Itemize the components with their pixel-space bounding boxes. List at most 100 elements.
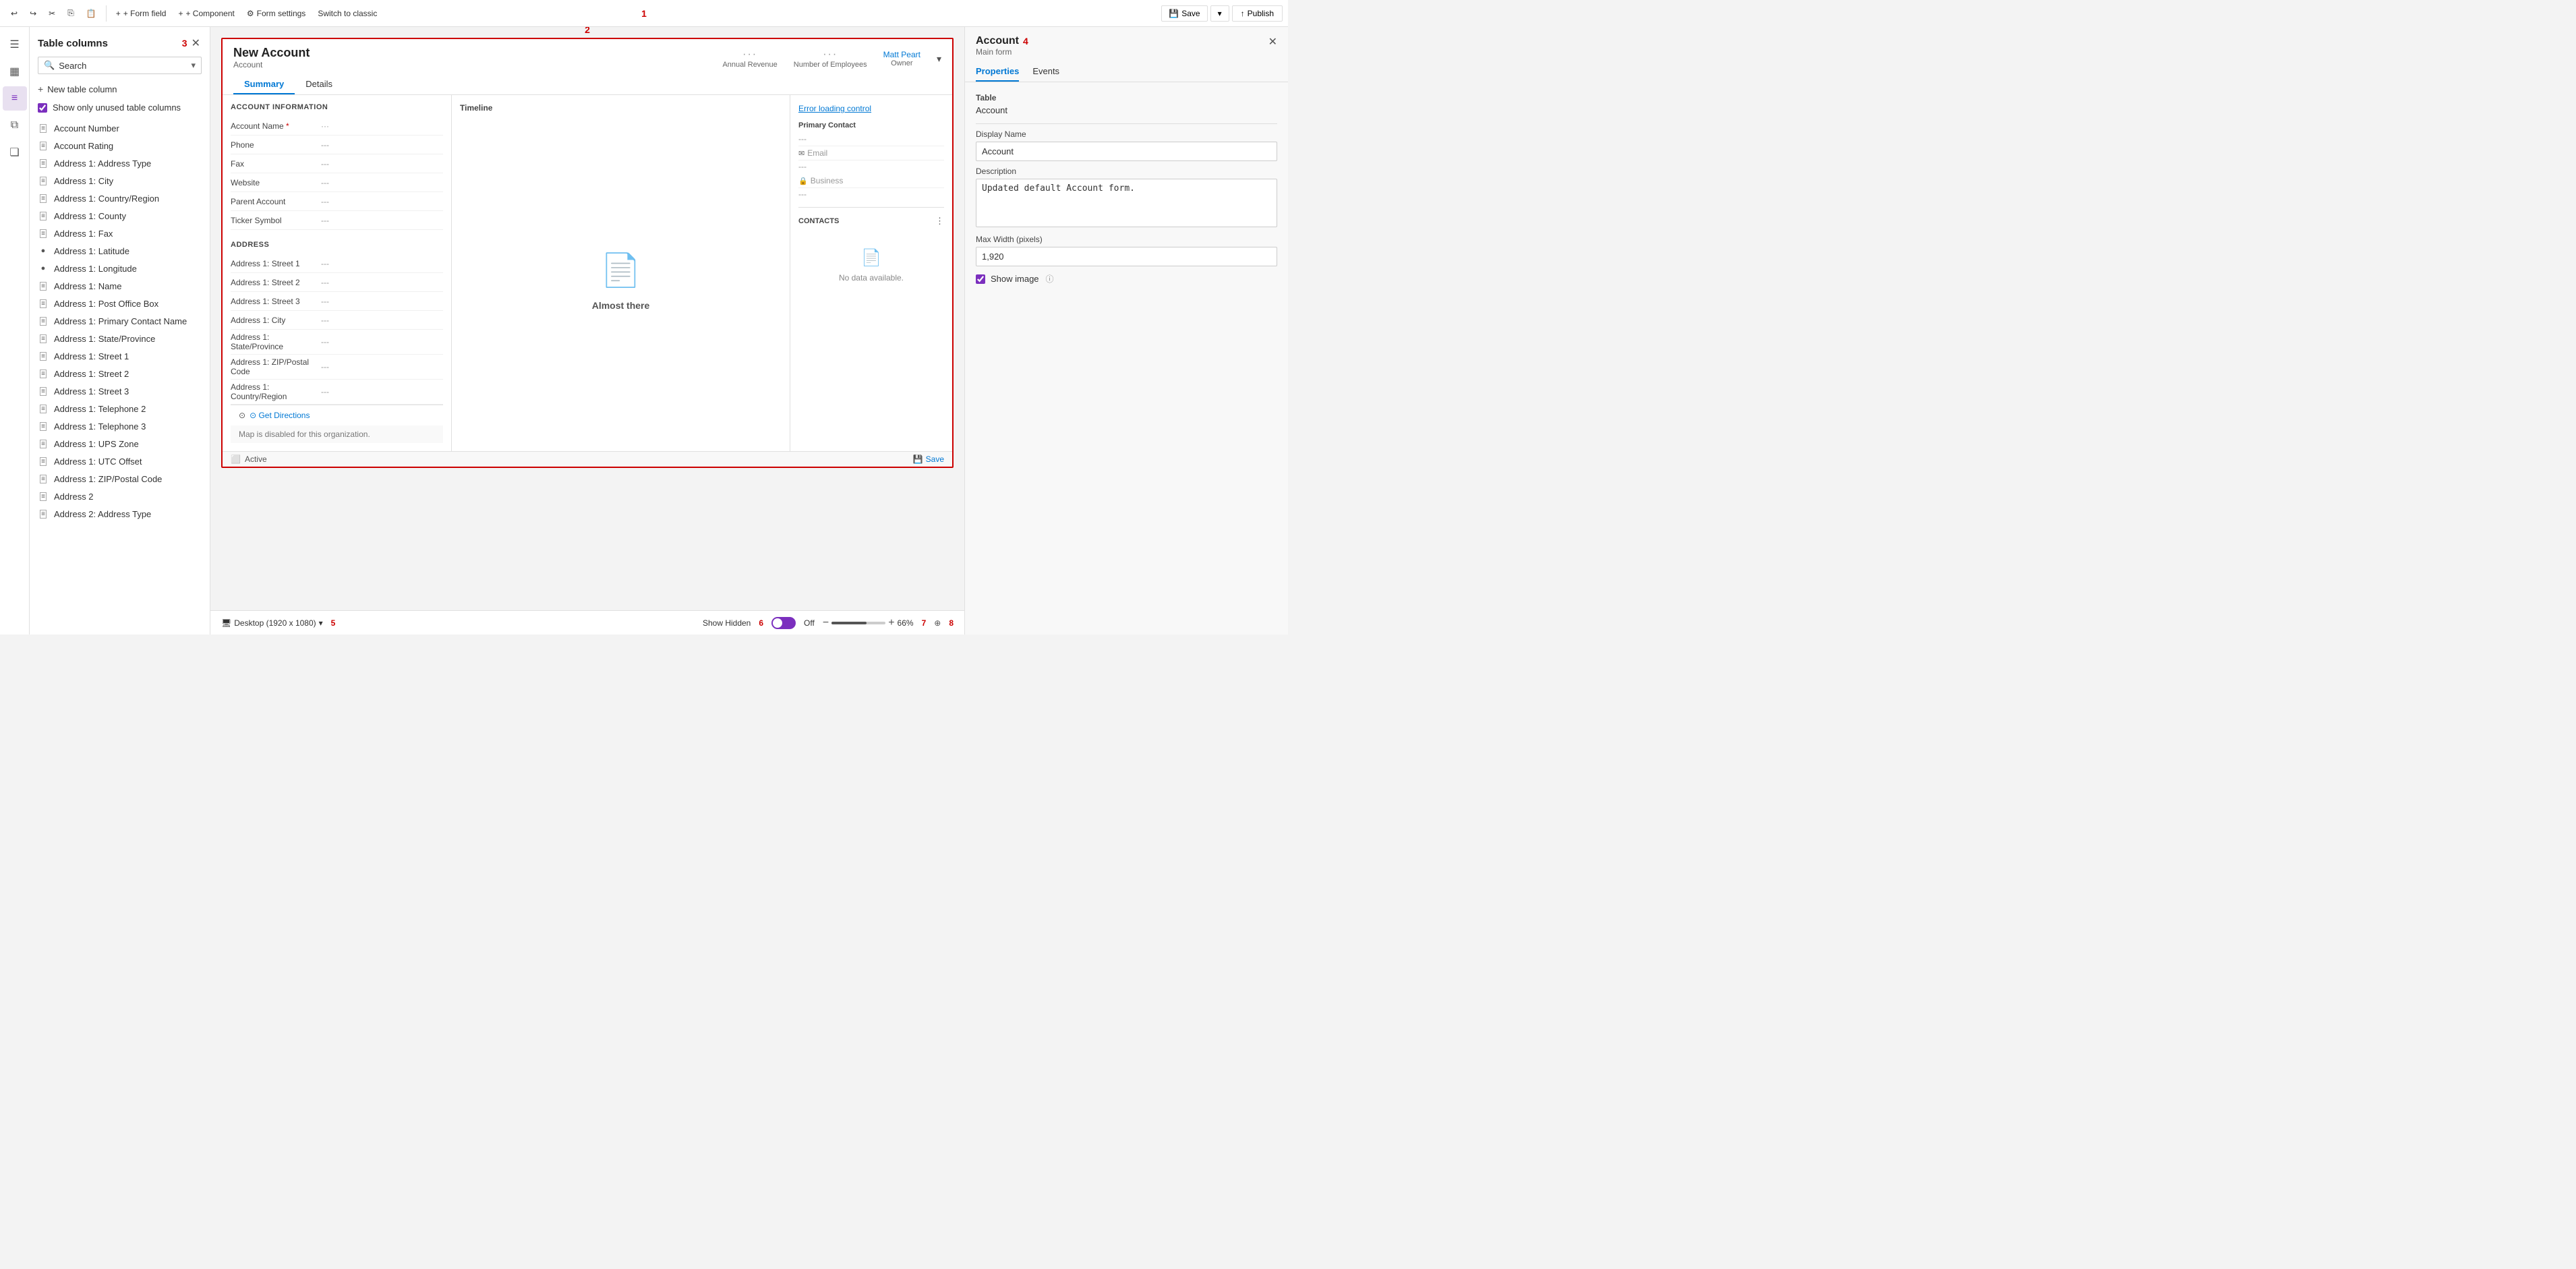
off-label: Off — [804, 618, 815, 628]
max-width-input[interactable] — [976, 247, 1277, 266]
form-title: New Account — [233, 46, 310, 60]
map-disabled-text: Map is disabled for this organization. — [231, 425, 443, 443]
show-image-checkbox[interactable] — [976, 274, 985, 284]
show-unused-checkbox[interactable] — [38, 103, 47, 113]
list-item[interactable]: ≡Address 1: Fax — [30, 225, 210, 242]
table-label: Table — [976, 93, 1277, 102]
toggle-track[interactable] — [771, 617, 796, 629]
list-item[interactable]: ≡Address 1: Street 1 — [30, 347, 210, 365]
fit-screen-icon[interactable]: ⊕ — [934, 618, 941, 628]
text-icon: ≡ — [38, 210, 49, 221]
sidebar-components-btn[interactable]: ❏ — [3, 140, 27, 165]
tab-details[interactable]: Details — [295, 73, 343, 94]
zoom-slider[interactable] — [831, 622, 885, 624]
zoom-minus-button[interactable]: − — [823, 617, 829, 629]
switch-label: Switch to classic — [318, 9, 377, 18]
panel-header: Table columns 3 ✕ — [30, 27, 210, 57]
list-item[interactable]: ≡Address 1: Telephone 3 — [30, 417, 210, 435]
search-icon: 🔍 — [44, 60, 55, 71]
list-item[interactable]: ●Address 1: Longitude — [30, 260, 210, 277]
sidebar-layers-btn[interactable]: ⧉ — [3, 113, 27, 138]
props-tab-events[interactable]: Events — [1032, 62, 1059, 82]
list-item[interactable]: ≡Address 1: City — [30, 172, 210, 189]
panel-close-button[interactable]: ✕ — [190, 35, 202, 51]
form-meta-employees: ··· Number of Employees — [794, 49, 867, 69]
publish-icon: ↑ — [1241, 9, 1245, 18]
form-field-button[interactable]: + + Form field — [111, 6, 172, 21]
zoom-plus-button[interactable]: + — [888, 617, 894, 629]
bottom-red-5: 5 — [331, 618, 336, 628]
business-icon: 🔒 — [798, 177, 808, 185]
save-label: Save — [1181, 9, 1200, 18]
almost-there-text: Almost there — [592, 300, 650, 311]
sidebar-columns-btn[interactable]: ≡ — [3, 86, 27, 111]
publish-button[interactable]: ↑ Publish — [1232, 5, 1283, 22]
form-meta-owner: Matt Peart Owner — [883, 50, 920, 67]
list-item[interactable]: ≡Address 1: Post Office Box — [30, 295, 210, 312]
list-item[interactable]: ≡Address 1: Street 3 — [30, 382, 210, 400]
list-item[interactable]: ≡Address 1: Name — [30, 277, 210, 295]
info-icon[interactable]: ⓘ — [1046, 273, 1054, 285]
list-item[interactable]: ≡Address 1: UTC Offset — [30, 452, 210, 470]
owner-link[interactable]: Matt Peart — [883, 50, 920, 59]
list-item[interactable]: ≡Address 2 — [30, 488, 210, 505]
globe-icon: ● — [38, 245, 49, 256]
list-item[interactable]: ≡Address 1: UPS Zone — [30, 435, 210, 452]
device-selector[interactable]: 🖥 Desktop (1920 x 1080) ▾ — [221, 618, 323, 628]
column-label: Address 1: UTC Offset — [54, 456, 142, 467]
timeline-content: 📄 Almost there — [460, 118, 782, 443]
timeline-icon: 📄 — [601, 251, 641, 289]
undo-button[interactable]: ↩ — [5, 6, 23, 21]
text-icon: ≡ — [38, 421, 49, 432]
list-item[interactable]: ≡Address 1: ZIP/Postal Code — [30, 470, 210, 488]
list-item[interactable]: ≡Account Rating — [30, 137, 210, 154]
list-item[interactable]: ≡Address 1: County — [30, 207, 210, 225]
main-layout: ☰ ▦ ≡ ⧉ ❏ Table columns 3 ✕ 🔍 ▾ + New ta… — [0, 27, 1288, 634]
tab-summary[interactable]: Summary — [233, 73, 295, 94]
description-textarea[interactable]: Updated default Account form. — [976, 179, 1277, 227]
switch-classic-button[interactable]: Switch to classic — [312, 6, 382, 21]
show-unused-row[interactable]: Show only unused table columns — [30, 98, 210, 117]
paste-button[interactable]: 📋 — [81, 6, 102, 21]
save-dropdown-button[interactable]: ▾ — [1210, 5, 1229, 22]
list-item[interactable]: ≡Address 1: Telephone 2 — [30, 400, 210, 417]
new-table-column-button[interactable]: + New table column — [30, 80, 210, 98]
sidebar-hamburger-btn[interactable]: ☰ — [3, 32, 27, 57]
props-tab-properties[interactable]: Properties — [976, 62, 1019, 82]
search-input[interactable] — [59, 61, 191, 71]
form-field-label: + Form field — [123, 9, 167, 18]
cut-button[interactable]: ✂ — [43, 6, 61, 21]
column-label: Address 1: Longitude — [54, 264, 137, 274]
filter-icon[interactable]: ▾ — [191, 60, 196, 71]
get-directions-label[interactable]: ⊙ Get Directions — [250, 411, 310, 420]
list-item[interactable]: ≡Address 1: Address Type — [30, 154, 210, 172]
text-icon: ≡ — [38, 175, 49, 186]
display-name-input[interactable] — [976, 142, 1277, 161]
component-label: + Component — [185, 9, 234, 18]
text-icon: ≡ — [38, 158, 49, 169]
save-button[interactable]: 💾 Save — [1161, 5, 1207, 22]
contacts-menu-icon[interactable]: ⋮ — [935, 216, 944, 227]
toolbar-right: 💾 Save ▾ ↑ Publish — [1161, 5, 1283, 22]
list-item[interactable]: ≡Address 1: Primary Contact Name — [30, 312, 210, 330]
component-button[interactable]: + + Component — [173, 6, 239, 21]
list-item[interactable]: ≡Account Number — [30, 119, 210, 137]
form-preview-inner[interactable]: 2 New Account Account — [210, 27, 964, 610]
error-link[interactable]: Error loading control — [798, 104, 871, 113]
list-item[interactable]: ≡Address 1: State/Province — [30, 330, 210, 347]
form-save-text[interactable]: Save — [926, 454, 944, 464]
list-item[interactable]: ●Address 1: Latitude — [30, 242, 210, 260]
sidebar-fields-btn[interactable]: ▦ — [3, 59, 27, 84]
timeline-title: Timeline — [460, 103, 782, 113]
form-expand-button[interactable]: ▾ — [937, 53, 941, 65]
redo-button[interactable]: ↪ — [24, 6, 42, 21]
list-item[interactable]: ≡Address 2: Address Type — [30, 505, 210, 523]
list-item[interactable]: ≡Address 1: Country/Region — [30, 189, 210, 207]
copy-button[interactable]: ⎘ — [62, 5, 80, 21]
toggle-switch[interactable] — [771, 617, 796, 629]
form-settings-button[interactable]: ⚙ Form settings — [241, 6, 311, 21]
form-status-area: ⬜ Active — [231, 454, 267, 464]
list-item[interactable]: ≡Address 1: Street 2 — [30, 365, 210, 382]
new-column-label: New table column — [47, 84, 117, 94]
props-close-button[interactable]: ✕ — [1268, 35, 1277, 49]
